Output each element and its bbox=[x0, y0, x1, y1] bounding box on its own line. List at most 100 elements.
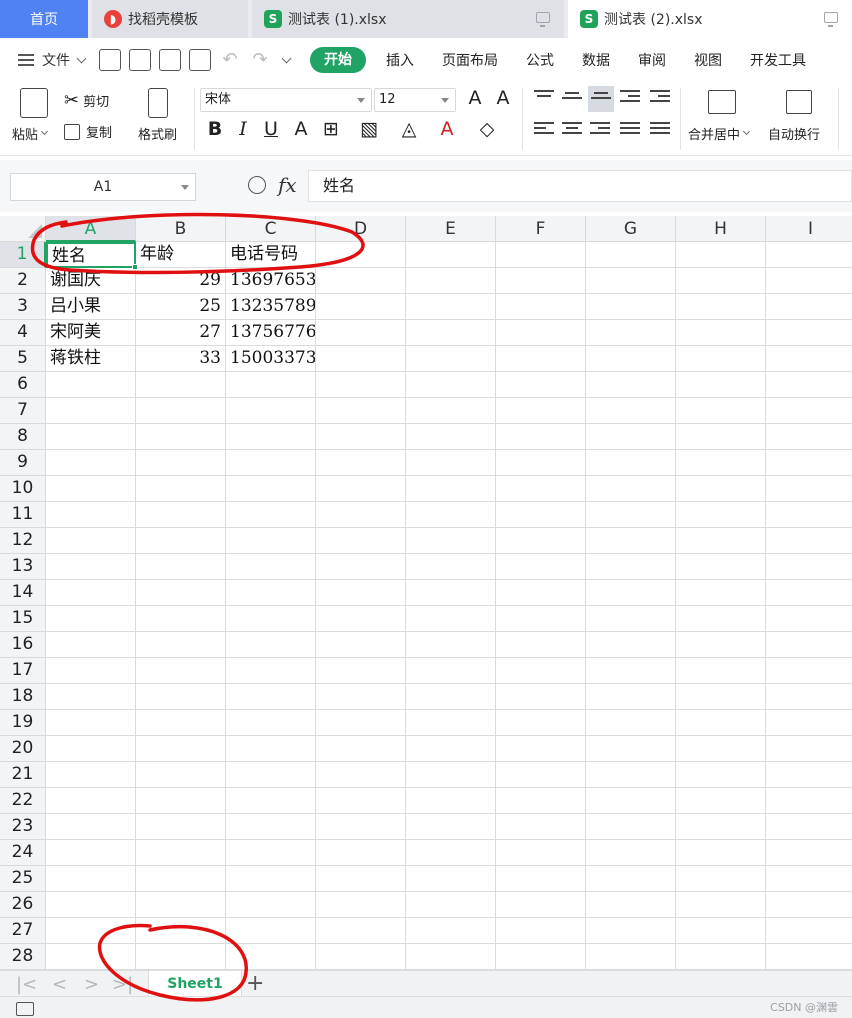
cell-f1[interactable] bbox=[496, 242, 586, 268]
cell-e5[interactable] bbox=[406, 346, 496, 372]
cell-f27[interactable] bbox=[496, 918, 586, 944]
cell-f5[interactable] bbox=[496, 346, 586, 372]
column-header-c[interactable]: C bbox=[226, 216, 316, 242]
cell-g15[interactable] bbox=[586, 606, 676, 632]
cell-e10[interactable] bbox=[406, 476, 496, 502]
cell-a7[interactable] bbox=[46, 398, 136, 424]
cell-i26[interactable] bbox=[766, 892, 852, 918]
cell-c2[interactable]: 13697653219 bbox=[226, 268, 316, 294]
cell-b8[interactable] bbox=[136, 424, 226, 450]
row-header-28[interactable]: 28 bbox=[0, 944, 46, 970]
cell-g9[interactable] bbox=[586, 450, 676, 476]
italic-icon[interactable]: I bbox=[232, 118, 254, 140]
cell-h22[interactable] bbox=[676, 788, 766, 814]
cell-e15[interactable] bbox=[406, 606, 496, 632]
tab-review[interactable]: 审阅 bbox=[624, 50, 680, 70]
cell-d26[interactable] bbox=[316, 892, 406, 918]
tab-docer-templates[interactable]: ◗ 找稻壳模板 bbox=[92, 0, 248, 38]
cell-h14[interactable] bbox=[676, 580, 766, 606]
cell-c20[interactable] bbox=[226, 736, 316, 762]
cell-i6[interactable] bbox=[766, 372, 852, 398]
cell-i19[interactable] bbox=[766, 710, 852, 736]
cell-g10[interactable] bbox=[586, 476, 676, 502]
row-header-24[interactable]: 24 bbox=[0, 840, 46, 866]
cell-f13[interactable] bbox=[496, 554, 586, 580]
clear-format-icon[interactable]: ◇ bbox=[476, 118, 498, 140]
cell-i5[interactable] bbox=[766, 346, 852, 372]
cell-a19[interactable] bbox=[46, 710, 136, 736]
cell-b12[interactable] bbox=[136, 528, 226, 554]
cell-d11[interactable] bbox=[316, 502, 406, 528]
row-header-3[interactable]: 3 bbox=[0, 294, 46, 320]
cell-g12[interactable] bbox=[586, 528, 676, 554]
row-header-20[interactable]: 20 bbox=[0, 736, 46, 762]
cell-a12[interactable] bbox=[46, 528, 136, 554]
cell-b28[interactable] bbox=[136, 944, 226, 970]
cell-b24[interactable] bbox=[136, 840, 226, 866]
cell-h9[interactable] bbox=[676, 450, 766, 476]
tab-test-sheet-2[interactable]: S 测试表 (2).xlsx bbox=[568, 0, 852, 38]
cell-h25[interactable] bbox=[676, 866, 766, 892]
align-top-icon[interactable] bbox=[534, 90, 554, 106]
tab-home-ribbon[interactable]: 开始 bbox=[310, 47, 366, 73]
cell-c28[interactable] bbox=[226, 944, 316, 970]
paste-button[interactable]: 粘贴 bbox=[12, 124, 49, 143]
cell-e18[interactable] bbox=[406, 684, 496, 710]
cell-b17[interactable] bbox=[136, 658, 226, 684]
cell-e3[interactable] bbox=[406, 294, 496, 320]
cell-h17[interactable] bbox=[676, 658, 766, 684]
row-header-15[interactable]: 15 bbox=[0, 606, 46, 632]
cell-e8[interactable] bbox=[406, 424, 496, 450]
export-pdf-icon[interactable] bbox=[129, 49, 151, 71]
cell-e20[interactable] bbox=[406, 736, 496, 762]
cell-f10[interactable] bbox=[496, 476, 586, 502]
cell-g14[interactable] bbox=[586, 580, 676, 606]
cell-i11[interactable] bbox=[766, 502, 852, 528]
cell-i22[interactable] bbox=[766, 788, 852, 814]
cell-b5[interactable]: 33 bbox=[136, 346, 226, 372]
cell-e11[interactable] bbox=[406, 502, 496, 528]
cell-d22[interactable] bbox=[316, 788, 406, 814]
cell-i21[interactable] bbox=[766, 762, 852, 788]
cell-g23[interactable] bbox=[586, 814, 676, 840]
cell-c15[interactable] bbox=[226, 606, 316, 632]
align-bottom-icon[interactable] bbox=[588, 86, 614, 112]
cell-c26[interactable] bbox=[226, 892, 316, 918]
cell-b6[interactable] bbox=[136, 372, 226, 398]
cell-e2[interactable] bbox=[406, 268, 496, 294]
worksheet-grid[interactable]: ABCDEFGHI1姓名年龄电话号码2谢国庆29136976532193吕小果2… bbox=[0, 216, 852, 970]
fill-handle[interactable] bbox=[132, 264, 138, 270]
cell-i8[interactable] bbox=[766, 424, 852, 450]
row-header-1[interactable]: 1 bbox=[0, 242, 46, 268]
cell-f19[interactable] bbox=[496, 710, 586, 736]
cell-a28[interactable] bbox=[46, 944, 136, 970]
row-header-18[interactable]: 18 bbox=[0, 684, 46, 710]
decrease-font-icon[interactable]: A bbox=[492, 87, 514, 109]
cell-d16[interactable] bbox=[316, 632, 406, 658]
column-header-h[interactable]: H bbox=[676, 216, 766, 242]
cell-i15[interactable] bbox=[766, 606, 852, 632]
align-left-icon[interactable] bbox=[534, 122, 554, 138]
row-header-6[interactable]: 6 bbox=[0, 372, 46, 398]
cell-c9[interactable] bbox=[226, 450, 316, 476]
justify-icon[interactable] bbox=[620, 122, 640, 138]
cell-g19[interactable] bbox=[586, 710, 676, 736]
cell-e16[interactable] bbox=[406, 632, 496, 658]
cell-h10[interactable] bbox=[676, 476, 766, 502]
fill-color-icon[interactable]: ◬ bbox=[398, 118, 420, 140]
cell-f20[interactable] bbox=[496, 736, 586, 762]
cell-c3[interactable]: 13235789213 bbox=[226, 294, 316, 320]
cell-h8[interactable] bbox=[676, 424, 766, 450]
cell-h12[interactable] bbox=[676, 528, 766, 554]
align-center-icon[interactable] bbox=[562, 122, 582, 138]
cell-b15[interactable] bbox=[136, 606, 226, 632]
first-sheet-icon[interactable]: |< bbox=[16, 974, 37, 995]
cell-d28[interactable] bbox=[316, 944, 406, 970]
cell-i1[interactable] bbox=[766, 242, 852, 268]
cell-d20[interactable] bbox=[316, 736, 406, 762]
cell-b7[interactable] bbox=[136, 398, 226, 424]
cell-e14[interactable] bbox=[406, 580, 496, 606]
cell-b9[interactable] bbox=[136, 450, 226, 476]
cell-c7[interactable] bbox=[226, 398, 316, 424]
cell-e28[interactable] bbox=[406, 944, 496, 970]
